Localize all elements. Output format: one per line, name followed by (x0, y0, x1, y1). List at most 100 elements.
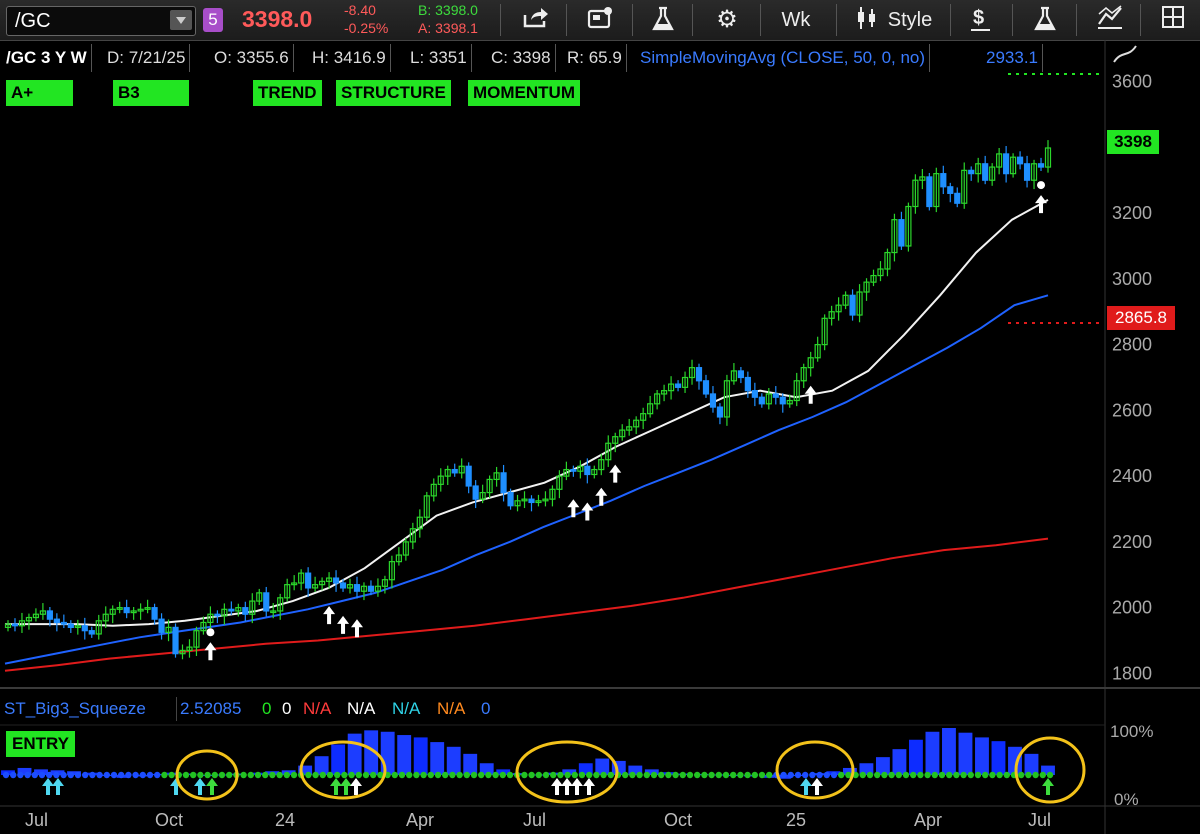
candle-body (39, 610, 46, 615)
histogram-bar (331, 744, 346, 775)
histogram-bar (727, 775, 742, 776)
squeeze-dot (744, 771, 751, 779)
low-value: L: 3351 (406, 44, 472, 72)
histogram-bar (1008, 746, 1022, 775)
marker-price-label: 2865.8 (1107, 306, 1175, 330)
candle-body (388, 561, 395, 581)
histogram-bar (562, 769, 577, 775)
autoscale-icon (1113, 45, 1137, 63)
squeeze-dot (38, 771, 46, 779)
squeeze-dot (269, 771, 276, 779)
drawing-icon[interactable] (1094, 5, 1126, 35)
lower-study-name[interactable]: ST_Big3_Squeeze (4, 697, 146, 721)
wk-button[interactable]: Wk (772, 5, 820, 35)
histogram-bar (364, 730, 379, 775)
squeeze-dot (492, 771, 499, 779)
grid-icon[interactable] (1158, 5, 1188, 35)
candle-body (458, 465, 465, 474)
squeeze-dot (96, 771, 103, 779)
style-button[interactable]: Style (884, 5, 936, 35)
flask-icon-2[interactable] (1030, 5, 1060, 35)
squeeze-dot (578, 771, 586, 779)
pill-structure: STRUCTURE (336, 80, 451, 106)
svg-text:$: $ (973, 7, 984, 29)
candle-body (1023, 163, 1031, 181)
candlestick-series (4, 140, 1052, 660)
squeeze-dot (564, 771, 571, 779)
toolbar: /GC 5 3398.0 -8.40 -0.25% B: 3398.0 A: 3… (0, 0, 1200, 41)
squeeze-dot (989, 771, 996, 779)
candle-body (912, 179, 919, 208)
chevron-down-icon[interactable] (170, 10, 192, 30)
histogram-bar (942, 728, 956, 775)
candle-body (688, 367, 696, 379)
candle-body (193, 630, 200, 648)
date-value: D: 7/21/25 (103, 44, 191, 72)
squeeze-dot (485, 771, 492, 779)
up-arrow-icon (350, 619, 363, 638)
candle-body (381, 579, 389, 587)
histogram-bar (17, 767, 32, 775)
candle-body (716, 406, 724, 418)
squeeze-dot (960, 771, 967, 779)
dollar-icon[interactable]: $ (966, 5, 996, 35)
news-icon[interactable] (582, 5, 618, 35)
candle-body (744, 376, 751, 392)
candle-body (514, 500, 521, 507)
candle-body (360, 585, 368, 592)
symbol-selector[interactable]: /GC (6, 6, 196, 36)
percent-change: -0.25% (344, 20, 389, 36)
candle-body (1044, 147, 1052, 168)
squeeze-dot (636, 771, 643, 779)
entry-arrow-icon (561, 778, 573, 795)
squeeze-dot (888, 771, 895, 779)
candle-body (563, 468, 570, 477)
entry-arrow-icon (551, 778, 563, 795)
x-tick-label: Jul (25, 810, 48, 830)
squeeze-dot (370, 771, 377, 779)
candle-body (674, 383, 682, 388)
squeeze-dot (398, 771, 406, 779)
squeeze-histogram (1, 728, 1086, 804)
gear-icon[interactable]: ⚙ (712, 5, 742, 35)
candle-body (102, 613, 109, 622)
squeeze-dot (881, 771, 888, 779)
entry-arrow-icon (340, 778, 352, 795)
symbol-text[interactable]: /GC (15, 10, 51, 33)
squeeze-dot (542, 771, 550, 779)
ask-price: A: 3398.1 (418, 20, 478, 36)
entry-arrow-icon (52, 778, 64, 795)
candle-body (577, 465, 584, 472)
candle-body (640, 413, 647, 421)
histogram-bar (545, 772, 560, 775)
annotation-circle (775, 740, 855, 800)
sma-study-label[interactable]: SimpleMovingAvg (CLOSE, 50, 0, no) (636, 44, 931, 72)
histogram-bar (281, 770, 296, 775)
candle-body (353, 584, 361, 592)
separator (836, 4, 837, 36)
histogram-bar (875, 757, 890, 775)
histogram-bar (809, 773, 824, 775)
squeeze-dot (463, 771, 470, 779)
entry-pill: ENTRY (6, 731, 75, 757)
squeeze-dot (247, 771, 254, 779)
link-group-badge[interactable]: 5 (203, 8, 223, 32)
flask-icon[interactable] (648, 5, 678, 35)
squeeze-dot (154, 771, 161, 779)
pill-trend: TREND (253, 80, 322, 106)
squeeze-dot (67, 771, 75, 779)
candle-body (975, 163, 982, 175)
squeeze-dot (125, 771, 132, 779)
candlestick-icon[interactable] (852, 5, 882, 35)
squeeze-dot (175, 771, 182, 779)
lower-value-green: 0 (262, 699, 272, 718)
squeeze-dot (456, 771, 463, 779)
candle-body (151, 607, 158, 620)
squeeze-dot (1046, 771, 1054, 779)
histogram-bar (182, 773, 197, 775)
squeeze-dot (420, 771, 427, 779)
candle-body (486, 478, 493, 494)
squeeze-dot (233, 771, 240, 779)
squeeze-dot (974, 771, 982, 779)
share-icon[interactable] (518, 5, 554, 35)
